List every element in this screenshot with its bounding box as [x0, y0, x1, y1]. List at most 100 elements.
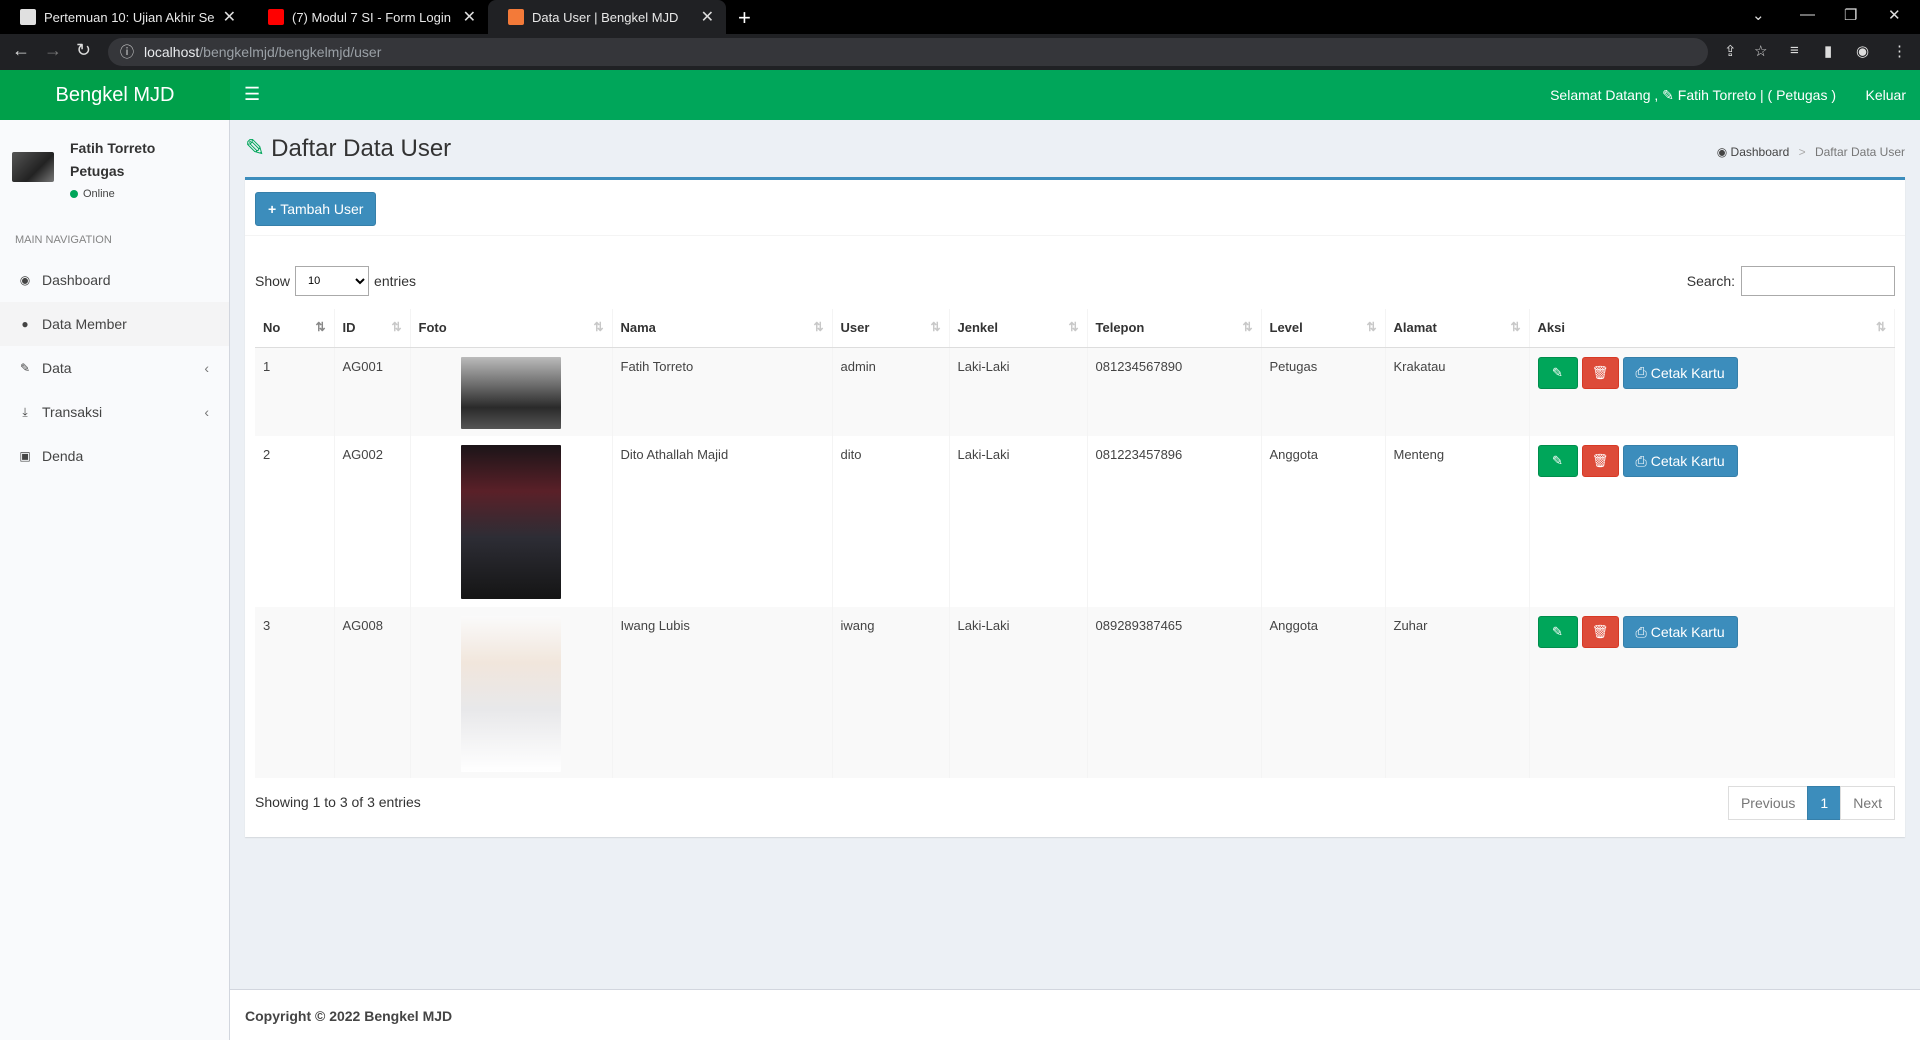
column-header-telepon[interactable]: Telepon ⇅: [1087, 309, 1262, 348]
cell-user: admin: [832, 347, 950, 436]
profile-avatar-icon[interactable]: ◉: [1856, 42, 1869, 60]
trash-icon: 🗑: [1591, 624, 1609, 639]
user-photo: [461, 445, 561, 599]
print-icon: ⎙: [1635, 623, 1647, 640]
show-label: Show: [255, 273, 291, 289]
new-tab-icon[interactable]: +: [738, 5, 751, 31]
user-photo: [461, 356, 561, 429]
edit-button[interactable]: ✎: [1537, 356, 1578, 389]
welcome-user-link[interactable]: Selamat Datang , ✎ Fatih Torreto | ( Pet…: [1550, 87, 1836, 104]
minimize-icon[interactable]: —: [1800, 6, 1815, 23]
sidebar-item-dashboard[interactable]: ◉ Dashboard: [0, 258, 229, 302]
logout-link[interactable]: Keluar: [1866, 87, 1906, 103]
forward-icon[interactable]: →: [44, 40, 62, 61]
url-field[interactable]: ⓘ localhost/bengkelmjd/bengkelmjd/user: [108, 38, 1708, 66]
previous-page-button[interactable]: Previous: [1727, 786, 1809, 820]
table-info: Showing 1 to 3 of 3 entries: [255, 794, 421, 810]
next-page-button[interactable]: Next: [1840, 786, 1895, 820]
column-header-no[interactable]: No ⇅: [255, 309, 335, 348]
search-label: Search:: [1686, 273, 1735, 289]
share-icon[interactable]: ⇪: [1724, 42, 1737, 60]
search-input[interactable]: [1741, 266, 1895, 296]
sidebar-item-data-member[interactable]: ● Data Member: [0, 302, 229, 346]
reload-icon[interactable]: ↻: [76, 40, 91, 61]
print-icon: ⎙: [1635, 452, 1647, 469]
column-header-foto[interactable]: Foto ⇅: [410, 309, 613, 348]
dashboard-icon: ◉: [1716, 145, 1728, 159]
page-length-control: Show 10 entries: [255, 266, 416, 296]
reading-list-icon[interactable]: ≡: [1790, 42, 1799, 59]
close-tab-icon[interactable]: ✕: [701, 7, 714, 27]
column-header-aksi[interactable]: Aksi ⇅: [1529, 309, 1895, 348]
close-window-icon[interactable]: ✕: [1888, 6, 1901, 24]
cell-jenkel: Laki-Laki: [949, 607, 1088, 778]
column-header-user[interactable]: User ⇅: [832, 309, 950, 348]
avatar: [12, 152, 54, 182]
side-panel-icon[interactable]: ▮: [1824, 42, 1832, 60]
tab-search-icon[interactable]: ⌄: [1752, 6, 1765, 24]
column-header-level[interactable]: Level ⇅: [1261, 309, 1386, 348]
page-1-button[interactable]: 1: [1807, 786, 1842, 820]
cell-alamat: Krakatau: [1385, 347, 1530, 436]
page-title-text: Daftar Data User: [271, 134, 452, 162]
sidebar-toggle-icon[interactable]: ☰: [244, 84, 260, 105]
edit-button[interactable]: ✎: [1537, 445, 1578, 477]
delete-button[interactable]: 🗑: [1581, 356, 1619, 389]
info-icon: ⓘ: [120, 44, 134, 60]
sort-icon: ⇅: [1875, 320, 1886, 334]
column-header-jenkel[interactable]: Jenkel ⇅: [949, 309, 1088, 348]
table-row: 2 AG002 Dito Athallah Majid dito Laki-La…: [255, 436, 1895, 607]
print-card-label: Cetak Kartu: [1650, 624, 1725, 640]
sidebar-item-label: Data Member: [42, 316, 127, 332]
print-card-label: Cetak Kartu: [1650, 364, 1725, 381]
browser-tab[interactable]: (7) Modul 7 SI - Form Login dan ✕: [248, 0, 488, 34]
table-header-row: No ⇅ ID ⇅ Foto ⇅ Nama ⇅ User ⇅ Jenkel ⇅ Telepo…: [255, 309, 1895, 348]
edit-button[interactable]: ✎: [1537, 616, 1578, 648]
add-user-button[interactable]: + Tambah User: [255, 192, 377, 226]
print-card-button[interactable]: ⎙ Cetak Kartu: [1622, 616, 1738, 648]
sidebar-item-label: Denda: [42, 448, 84, 464]
sidebar-item-label: Data: [42, 360, 72, 376]
url-path: /bengkelmjd/bengkelmjd/user: [199, 44, 382, 60]
cell-alamat: Zuhar: [1385, 607, 1530, 778]
edit-icon: ✎: [1552, 364, 1563, 380]
add-user-label: Tambah User: [280, 201, 364, 217]
breadcrumb-dashboard-link[interactable]: Dashboard: [1731, 145, 1790, 159]
back-icon[interactable]: ←: [12, 40, 30, 61]
delete-button[interactable]: 🗑: [1581, 616, 1619, 648]
online-dot-icon: [70, 190, 78, 198]
close-tab-icon[interactable]: ✕: [463, 7, 476, 27]
column-label: ID: [342, 320, 356, 336]
column-header-nama[interactable]: Nama ⇅: [612, 309, 833, 348]
breadcrumb: ◉ Dashboard > Daftar Data User: [1717, 145, 1905, 159]
cell-jenkel: Laki-Laki: [949, 347, 1088, 436]
tab-title: Pertemuan 10: Ujian Akhir Semester: [44, 9, 215, 25]
app-logo[interactable]: Bengkel MJD: [0, 70, 230, 120]
search-control: Search:: [1687, 266, 1895, 296]
browser-tab[interactable]: Pertemuan 10: Ujian Akhir Semester ✕: [0, 0, 248, 34]
sidebar-item-denda[interactable]: ▣ Denda: [0, 434, 229, 478]
sort-icon: ⇅: [813, 320, 824, 334]
delete-button[interactable]: 🗑: [1581, 445, 1619, 477]
restore-icon[interactable]: ❐: [1844, 6, 1857, 24]
print-card-button[interactable]: ⎙ Cetak Kartu: [1622, 356, 1738, 389]
page-length-select[interactable]: 10: [295, 266, 370, 296]
print-card-button[interactable]: ⎙ Cetak Kartu: [1622, 445, 1738, 477]
sort-icon: ⇅: [1242, 320, 1253, 334]
column-label: Nama: [620, 320, 656, 336]
cell-id: AG001: [334, 347, 411, 436]
sidebar-item-transaksi[interactable]: ⤓ Transaksi ‹: [0, 390, 229, 434]
bookmark-star-icon[interactable]: ☆: [1754, 42, 1767, 60]
browser-tab-active[interactable]: Data User | Bengkel MJD ✕: [488, 0, 726, 34]
column-header-alamat[interactable]: Alamat ⇅: [1385, 309, 1530, 348]
cell-aksi: ✎ 🗑 ⎙ Cetak Kartu: [1529, 436, 1895, 607]
close-tab-icon[interactable]: ✕: [223, 7, 236, 27]
box-header: + Tambah User: [245, 180, 1905, 236]
menu-kebab-icon[interactable]: ⋮: [1892, 42, 1907, 60]
column-header-id[interactable]: ID ⇅: [334, 309, 411, 348]
cell-level: Anggota: [1261, 436, 1386, 607]
cell-id: AG002: [334, 436, 411, 607]
sort-icon: ⇅: [1510, 320, 1521, 334]
sidebar-item-data[interactable]: ✎ Data ‹: [0, 346, 229, 390]
column-label: User: [840, 320, 870, 336]
